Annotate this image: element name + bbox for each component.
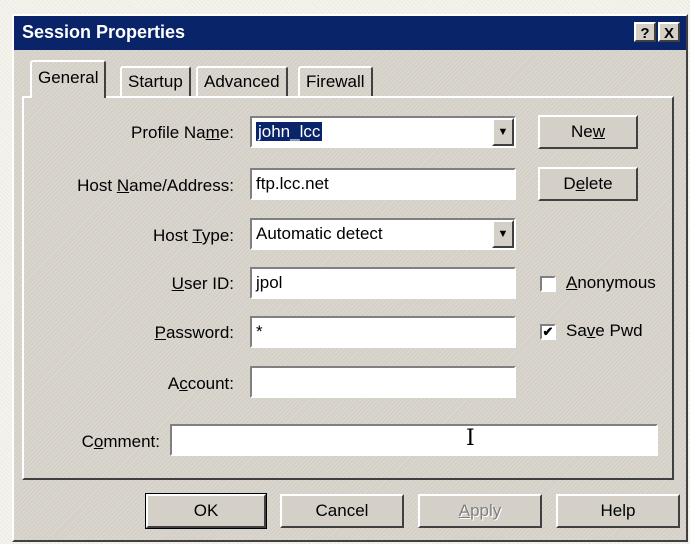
title-bar[interactable]: Session Properties ? X <box>14 16 686 50</box>
chevron-down-icon[interactable]: ▼ <box>492 118 514 146</box>
save-pwd-label[interactable]: Save Pwd <box>566 321 643 341</box>
cancel-button[interactable]: Cancel <box>280 494 404 528</box>
host-name-label: Host Name/Address: <box>77 176 234 195</box>
text-cursor-icon: I <box>466 426 475 451</box>
host-type-value: Automatic detect <box>256 224 383 243</box>
host-name-input[interactable]: ftp.lcc.net <box>250 168 516 200</box>
comment-label: Comment: <box>81 432 160 451</box>
tab-general[interactable]: General <box>30 60 107 98</box>
session-properties-dialog: Session Properties ? X General Startup A… <box>12 14 688 542</box>
help-title-button[interactable]: ? <box>634 22 656 42</box>
apply-button[interactable]: Apply <box>418 494 542 528</box>
user-id-input[interactable]: jpol <box>250 267 516 299</box>
user-id-label: User ID: <box>171 274 234 293</box>
new-button[interactable]: New <box>538 115 638 149</box>
host-type-select[interactable]: Automatic detect ▼ <box>250 218 516 250</box>
profile-name-value: john_lcc <box>256 122 323 141</box>
account-label: Account: <box>167 374 234 393</box>
anonymous-label[interactable]: Anonymous <box>566 273 656 293</box>
anonymous-checkbox[interactable] <box>540 276 556 292</box>
ok-button[interactable]: OK <box>145 493 267 529</box>
password-input[interactable]: * <box>250 316 516 348</box>
profile-name-select[interactable]: john_lcc ▼ <box>250 116 516 148</box>
account-input[interactable] <box>250 366 516 398</box>
window-title: Session Properties <box>22 22 186 42</box>
save-pwd-checkbox[interactable]: ✔ <box>540 324 556 340</box>
tab-startup[interactable]: Startup <box>120 66 191 96</box>
host-type-label: Host Type: <box>153 226 234 245</box>
delete-button[interactable]: Delete <box>538 167 638 201</box>
close-button[interactable]: X <box>658 22 680 42</box>
help-button[interactable]: Help <box>556 494 680 528</box>
password-label: Password: <box>154 323 234 342</box>
tab-firewall[interactable]: Firewall <box>298 66 373 96</box>
chevron-down-icon[interactable]: ▼ <box>492 220 514 248</box>
comment-input[interactable] <box>170 424 658 456</box>
profile-name-label: Profile Name: <box>131 123 234 142</box>
tab-advanced[interactable]: Advanced <box>196 66 288 96</box>
